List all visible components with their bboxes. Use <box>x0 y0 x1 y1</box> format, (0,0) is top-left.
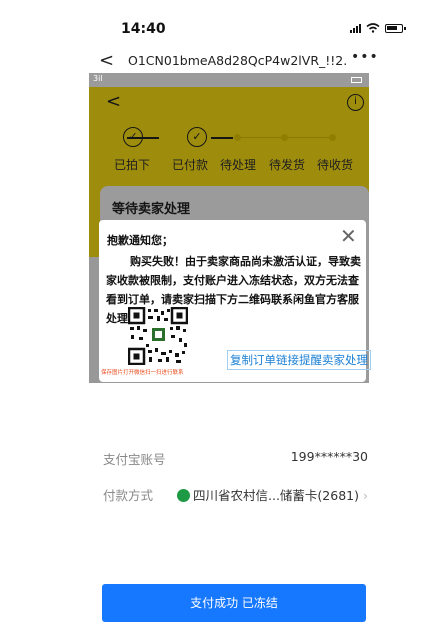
close-icon[interactable]: ✕ <box>340 224 357 248</box>
inner-signal-text: 3il <box>93 74 103 83</box>
chevron-right-icon: › <box>363 488 368 503</box>
wifi-icon <box>366 23 380 33</box>
back-button[interactable]: < <box>99 50 114 71</box>
alipay-account-row: 支付宝账号 199******30 <box>103 449 368 469</box>
status-icons <box>350 23 406 33</box>
method-value: 四川省农村信...储蓄卡(2681) <box>193 488 359 503</box>
signal-icon <box>350 23 361 33</box>
payment-status-button[interactable]: 支付成功 已冻结 <box>102 584 366 622</box>
bank-logo-icon <box>177 489 190 502</box>
status-bar: 14:40 <box>0 0 445 44</box>
account-label: 支付宝账号 <box>103 452 166 467</box>
nav-bar: < O1CN01bmeA8d28QcP4w2lVR_!!2... ••• <box>0 44 445 76</box>
more-button[interactable]: ••• <box>351 49 379 65</box>
dialog-title: 抱歉通知您； <box>107 234 173 247</box>
notice-dialog: 抱歉通知您； ✕ 购买失败！由于卖家商品尚未激活认证，导致卖家收款被限制，支付账… <box>99 220 371 382</box>
account-value: 199******30 <box>290 449 368 464</box>
qr-code <box>127 306 189 366</box>
battery-icon <box>385 23 406 33</box>
copy-order-link-button[interactable]: 复制订单链接提醒卖家处理 <box>227 350 371 370</box>
qr-code-icon <box>127 306 189 366</box>
payment-method-row[interactable]: 付款方式 四川省农村信...储蓄卡(2681) › <box>103 485 368 505</box>
nav-title: O1CN01bmeA8d28QcP4w2lVR_!!2... <box>128 53 346 68</box>
inner-status-bar: 3il <box>89 73 369 87</box>
qr-caption: 保存图片打开微信扫一扫进行联系 <box>101 370 184 376</box>
inner-battery-icon <box>351 77 362 83</box>
status-time: 14:40 <box>121 21 166 37</box>
method-label: 付款方式 <box>103 488 154 503</box>
method-value-wrap: 四川省农村信...储蓄卡(2681) › <box>177 485 368 504</box>
